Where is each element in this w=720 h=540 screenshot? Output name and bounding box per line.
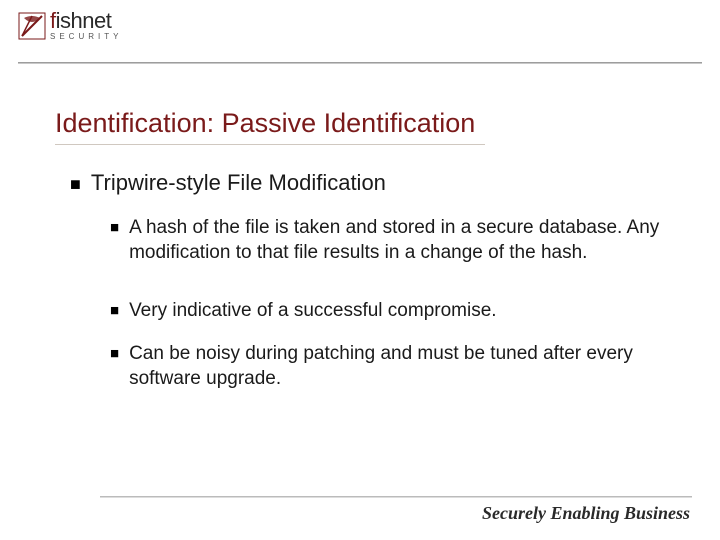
spacer — [110, 283, 670, 299]
logo-rest: ishnet — [56, 8, 112, 33]
header-divider — [18, 62, 702, 64]
slide: fishnet SECURITY Identification: Passive… — [0, 0, 720, 540]
bullet-level1: ■ Tripwire-style File Modification — [70, 170, 670, 198]
square-bullet-icon: ■ — [110, 299, 119, 323]
square-bullet-icon: ■ — [110, 342, 119, 366]
square-bullet-icon: ■ — [110, 216, 119, 240]
logo-subtext: SECURITY — [50, 33, 122, 41]
bullet-level2-text: A hash of the file is taken and stored i… — [129, 216, 670, 265]
bullet-level2: ■ Can be noisy during patching and must … — [110, 342, 670, 391]
bullet-level2-text: Very indicative of a successful compromi… — [129, 299, 670, 324]
slide-title: Identification: Passive Identification — [55, 108, 680, 139]
logo-text: fishnet SECURITY — [50, 10, 122, 41]
bullet-level2-group: ■ A hash of the file is taken and stored… — [110, 216, 670, 391]
slide-body: ■ Tripwire-style File Modification ■ A h… — [70, 170, 670, 409]
logo-wordmark: fishnet — [50, 10, 122, 32]
title-underline — [55, 144, 485, 145]
footer-divider — [100, 496, 692, 498]
bullet-level2-text: Can be noisy during patching and must be… — [129, 342, 670, 391]
bullet-level2: ■ A hash of the file is taken and stored… — [110, 216, 670, 265]
bullet-level2: ■ Very indicative of a successful compro… — [110, 299, 670, 324]
brand-logo: fishnet SECURITY — [18, 10, 122, 41]
square-bullet-icon: ■ — [70, 170, 81, 198]
bullet-level1-text: Tripwire-style File Modification — [91, 170, 386, 196]
footer-tagline: Securely Enabling Business — [482, 503, 690, 524]
logo-mark-icon — [18, 12, 46, 40]
